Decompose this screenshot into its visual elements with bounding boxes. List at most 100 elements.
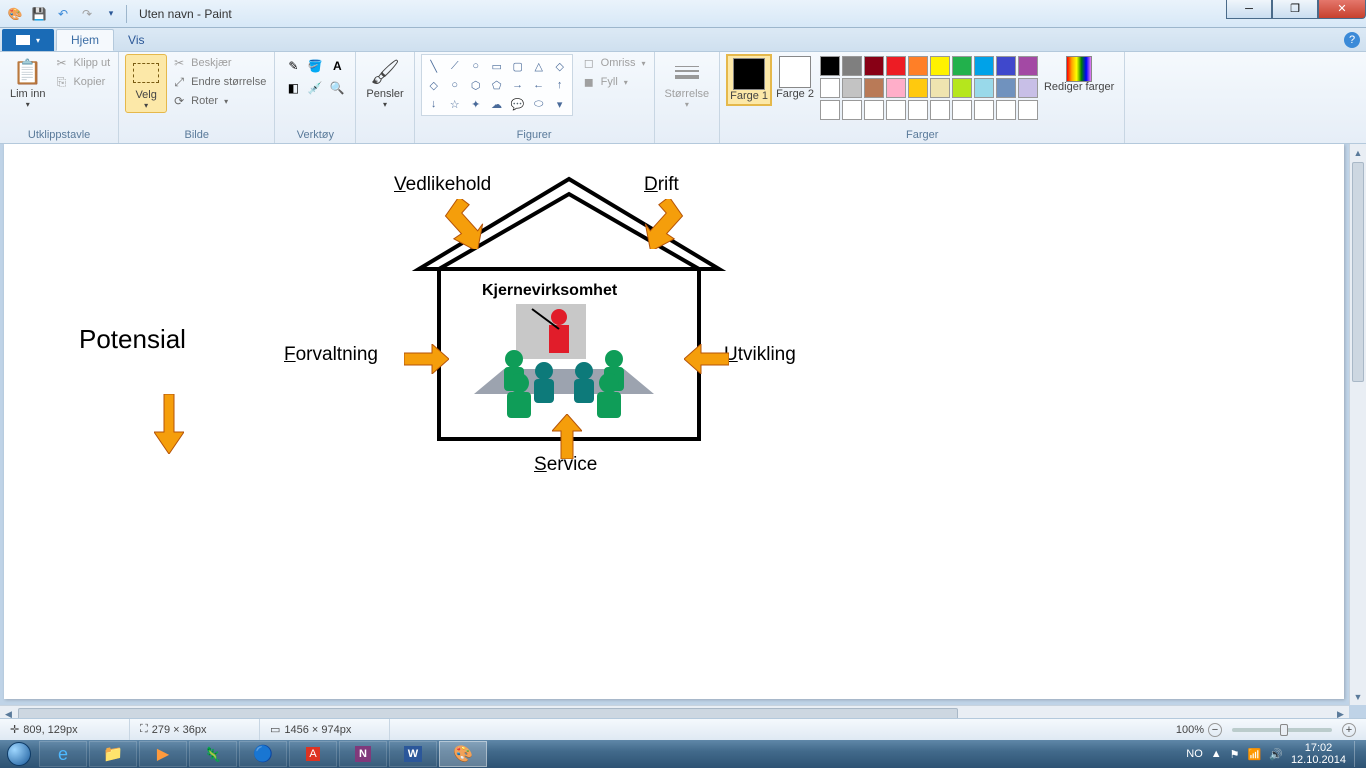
brushes-button[interactable]: 🖌 Pensler ▾ [362,54,407,111]
palette-custom-slot[interactable] [1018,100,1038,120]
tray-lang[interactable]: NO [1186,748,1203,760]
pencil-tool[interactable]: ✎ [283,56,303,76]
taskbar-app1[interactable]: 🦎 [189,741,237,767]
palette-custom-slot[interactable] [908,100,928,120]
vertical-scrollbar[interactable]: ▲ ▼ [1349,144,1366,705]
crop-button[interactable]: ✂Beskjær [169,54,268,72]
palette-custom-slot[interactable] [974,100,994,120]
magnifier-tool[interactable]: 🔍 [327,78,347,98]
start-button[interactable] [0,740,38,768]
palette-color[interactable] [952,78,972,98]
canvas[interactable]: Potensial Vedlikehold Drift Forvaltning … [4,144,1344,699]
cut-button[interactable]: ✂Klipp ut [51,54,112,72]
text-tool[interactable]: A [327,56,347,76]
zoom-knob[interactable] [1280,724,1288,736]
palette-color[interactable] [996,78,1016,98]
palette-color[interactable] [820,78,840,98]
palette-color[interactable] [864,56,884,76]
palette-color[interactable] [886,78,906,98]
palette-color[interactable] [1018,56,1038,76]
outline-button[interactable]: ◻Omriss▾ [579,54,648,72]
size-button[interactable]: Størrelse ▾ [661,54,714,111]
palette-color[interactable] [842,78,862,98]
eraser-tool[interactable]: ◧ [283,78,303,98]
palette-color[interactable] [886,56,906,76]
label-kjerne: Kjernevirksomhet [482,282,617,300]
titlebar: 🎨 💾 ↶ ↷ ▾ Uten navn - Paint ─ ❐ ✕ [0,0,1366,28]
minimize-button[interactable]: ─ [1226,0,1272,19]
maximize-button[interactable]: ❐ [1272,0,1318,19]
fill-tool[interactable]: 🪣 [305,56,325,76]
edit-colors-button[interactable]: Rediger farger [1040,54,1118,95]
palette-custom-slot[interactable] [996,100,1016,120]
taskbar-paint[interactable]: 🎨 [439,741,487,767]
color1-button[interactable]: Farge 1 [726,54,772,106]
group-size: Størrelse ▾ [655,52,721,143]
zoom-in-button[interactable]: + [1342,723,1356,737]
palette-color[interactable] [820,56,840,76]
quick-access-toolbar: 🎨 💾 ↶ ↷ ▾ [0,3,122,25]
group-shapes: ╲⟋○▭▢△◇ ◇○⬡⬠→←↑ ↓☆✦☁💬⬭▾ ◻Omriss▾ ◼Fyll▾ … [415,52,655,143]
palette-custom-slot[interactable] [952,100,972,120]
tab-home[interactable]: Hjem [56,29,114,51]
palette-color[interactable] [842,56,862,76]
scroll-down-icon[interactable]: ▼ [1350,688,1366,705]
zoom-slider[interactable] [1232,728,1332,732]
palette-custom-slot[interactable] [842,100,862,120]
shapes-gallery[interactable]: ╲⟋○▭▢△◇ ◇○⬡⬠→←↑ ↓☆✦☁💬⬭▾ [421,54,573,116]
paint-app-icon[interactable]: 🎨 [4,3,26,25]
zoom-out-button[interactable]: − [1208,723,1222,737]
vscroll-thumb[interactable] [1352,162,1364,382]
group-tools-label: Verktøy [281,127,349,143]
taskbar-word[interactable]: W [389,741,437,767]
select-button[interactable]: Velg ▾ [125,54,167,113]
color2-button[interactable]: Farge 2 [772,54,818,102]
taskbar-chrome[interactable]: 🔵 [239,741,287,767]
qat-undo-icon[interactable]: ↶ [52,3,74,25]
qat-save-icon[interactable]: 💾 [28,3,50,25]
close-button[interactable]: ✕ [1318,0,1366,19]
taskbar-mediaplayer[interactable]: ▶ [139,741,187,767]
tray-network-icon[interactable]: 📶 [1248,748,1262,761]
qat-redo-icon[interactable]: ↷ [76,3,98,25]
taskbar-onenote[interactable]: N [339,741,387,767]
group-image-label: Bilde [125,127,268,143]
taskbar-adobe[interactable]: A [289,741,337,767]
palette-color[interactable] [864,78,884,98]
palette-color[interactable] [974,56,994,76]
taskbar-explorer[interactable]: 📁 [89,741,137,767]
resize-button[interactable]: ⤢Endre størrelse [169,73,268,91]
select-rect-icon [130,57,162,89]
help-icon[interactable]: ? [1344,32,1360,48]
scroll-up-icon[interactable]: ▲ [1350,144,1366,161]
ribbon: 📋 Lim inn ▾ ✂Klipp ut ⎘Kopier Utklippsta… [0,52,1366,144]
picker-tool[interactable]: 💉 [305,78,325,98]
palette-color[interactable] [974,78,994,98]
palette-color[interactable] [996,56,1016,76]
palette-custom-slot[interactable] [930,100,950,120]
taskbar-ie[interactable]: e [39,741,87,767]
palette-color[interactable] [908,78,928,98]
palette-color[interactable] [908,56,928,76]
outline-icon: ◻ [581,55,597,71]
palette-custom-slot[interactable] [886,100,906,120]
palette-custom-slot[interactable] [820,100,840,120]
fill-button[interactable]: ◼Fyll▾ [579,73,648,91]
file-menu[interactable] [2,29,54,51]
paste-button[interactable]: 📋 Lim inn ▾ [6,54,49,111]
palette-custom-slot[interactable] [864,100,884,120]
show-desktop-button[interactable] [1354,741,1362,767]
copy-button[interactable]: ⎘Kopier [51,73,112,91]
arrow-utvikling [684,344,729,374]
palette-color[interactable] [930,78,950,98]
tray-flag-icon[interactable]: ▲ [1211,748,1222,760]
tray-volume-icon[interactable]: 🔊 [1269,748,1283,761]
tab-view[interactable]: Vis [114,29,158,51]
palette-color[interactable] [952,56,972,76]
palette-color[interactable] [930,56,950,76]
rotate-button[interactable]: ⟳Roter▾ [169,92,268,110]
palette-color[interactable] [1018,78,1038,98]
qat-customize-icon[interactable]: ▾ [100,3,122,25]
tray-action-icon[interactable]: ⚑ [1230,748,1240,761]
tray-clock[interactable]: 17:02 12.10.2014 [1291,742,1346,766]
